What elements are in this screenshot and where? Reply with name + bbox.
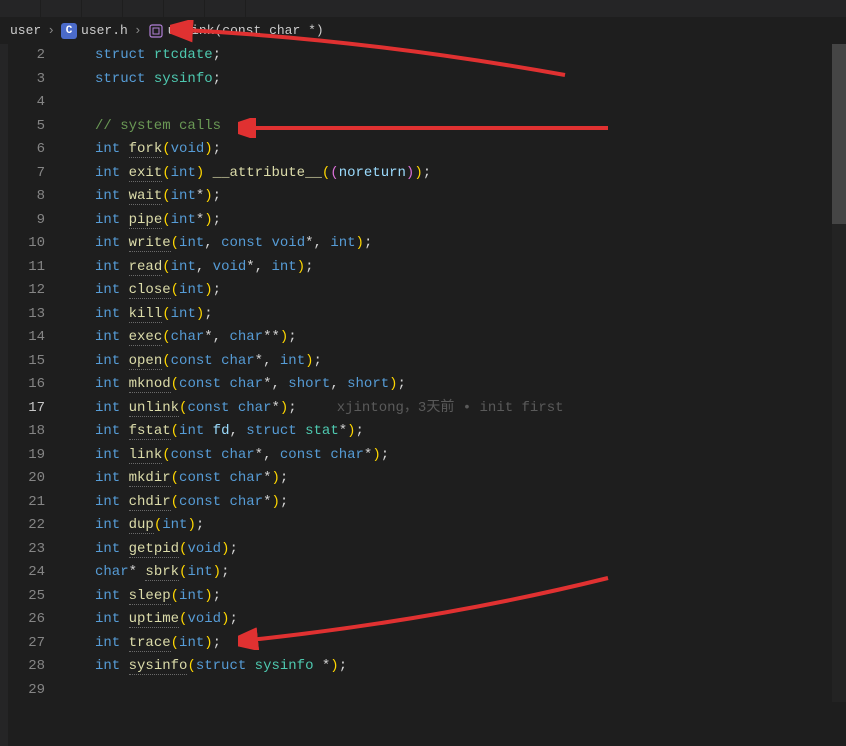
tab[interactable]	[123, 0, 164, 17]
line-number: 20	[8, 467, 45, 491]
line-number: 6	[8, 138, 45, 162]
breadcrumb-symbol[interactable]: unlink(const char *)	[168, 23, 324, 38]
line-number: 26	[8, 608, 45, 632]
line-number: 13	[8, 303, 45, 327]
c-file-icon: C	[61, 23, 77, 39]
line-number: 16	[8, 373, 45, 397]
tab[interactable]	[205, 0, 246, 17]
code-line[interactable]: struct sysinfo;	[63, 68, 846, 92]
line-number: 28	[8, 655, 45, 679]
activity-bar-stub	[0, 44, 8, 746]
code-line[interactable]: int sysinfo(struct sysinfo *);	[63, 655, 846, 679]
code-line[interactable]: int mkdir(const char*);	[63, 467, 846, 491]
line-number: 3	[8, 68, 45, 92]
line-number: 15	[8, 350, 45, 374]
line-number: 29	[8, 679, 45, 703]
line-number: 23	[8, 538, 45, 562]
code-line[interactable]	[63, 91, 846, 115]
editor-tabs	[0, 0, 846, 18]
chevron-right-icon: ›	[47, 23, 55, 38]
line-number: 2	[8, 44, 45, 68]
code-line[interactable]: int fork(void);	[63, 138, 846, 162]
tab[interactable]	[0, 0, 41, 17]
breadcrumb-file[interactable]: user.h	[81, 23, 128, 38]
line-number: 9	[8, 209, 45, 233]
line-number: 25	[8, 585, 45, 609]
code-editor[interactable]: 2345678910111213141516171819202122232425…	[0, 44, 846, 746]
line-number: 18	[8, 420, 45, 444]
code-line[interactable]: int dup(int);	[63, 514, 846, 538]
git-blame-annotation: xjintong，3天前 • init first	[337, 400, 564, 416]
line-number: 19	[8, 444, 45, 468]
line-number: 12	[8, 279, 45, 303]
code-line[interactable]: int write(int, const void*, int);	[63, 232, 846, 256]
function-icon	[148, 23, 164, 39]
code-line[interactable]: int link(const char*, const char*);	[63, 444, 846, 468]
tab[interactable]	[164, 0, 205, 17]
line-number: 8	[8, 185, 45, 209]
vertical-scrollbar[interactable]	[832, 44, 846, 702]
code-line[interactable]: int trace(int);	[63, 632, 846, 656]
line-number: 10	[8, 232, 45, 256]
code-line[interactable]: int pipe(int*);	[63, 209, 846, 233]
line-number: 4	[8, 91, 45, 115]
code-line[interactable]: int read(int, void*, int);	[63, 256, 846, 280]
code-line[interactable]: int unlink(const char*);xjintong，3天前 • i…	[63, 397, 846, 421]
line-number: 21	[8, 491, 45, 515]
line-number: 14	[8, 326, 45, 350]
code-line[interactable]: // system calls	[63, 115, 846, 139]
code-line[interactable]: int sleep(int);	[63, 585, 846, 609]
code-line[interactable]: int kill(int);	[63, 303, 846, 327]
code-line[interactable]: int uptime(void);	[63, 608, 846, 632]
code-area[interactable]: struct rtcdate;struct sysinfo; // system …	[63, 44, 846, 746]
code-line[interactable]: int exit(int) __attribute__((noreturn));	[63, 162, 846, 186]
line-gutter: 2345678910111213141516171819202122232425…	[8, 44, 63, 746]
line-number: 24	[8, 561, 45, 585]
code-line[interactable]: struct rtcdate;	[63, 44, 846, 68]
code-line[interactable]: int open(const char*, int);	[63, 350, 846, 374]
line-number: 22	[8, 514, 45, 538]
tab[interactable]	[41, 0, 82, 17]
code-line[interactable]: int fstat(int fd, struct stat*);	[63, 420, 846, 444]
scrollbar-thumb[interactable]	[832, 44, 846, 224]
line-number: 5	[8, 115, 45, 139]
tab[interactable]	[82, 0, 123, 17]
code-line[interactable]: int close(int);	[63, 279, 846, 303]
breadcrumb: user › C user.h › unlink(const char *)	[0, 18, 846, 44]
line-number: 17	[8, 397, 45, 421]
code-line[interactable]: int exec(char*, char**);	[63, 326, 846, 350]
breadcrumb-folder[interactable]: user	[10, 23, 41, 38]
code-line[interactable]: int wait(int*);	[63, 185, 846, 209]
code-line[interactable]: int chdir(const char*);	[63, 491, 846, 515]
code-line[interactable]: int getpid(void);	[63, 538, 846, 562]
line-number: 7	[8, 162, 45, 186]
chevron-right-icon: ›	[134, 23, 142, 38]
code-line[interactable]	[63, 679, 846, 703]
line-number: 27	[8, 632, 45, 656]
code-line[interactable]: int mknod(const char*, short, short);	[63, 373, 846, 397]
line-number: 11	[8, 256, 45, 280]
code-line[interactable]: char* sbrk(int);	[63, 561, 846, 585]
